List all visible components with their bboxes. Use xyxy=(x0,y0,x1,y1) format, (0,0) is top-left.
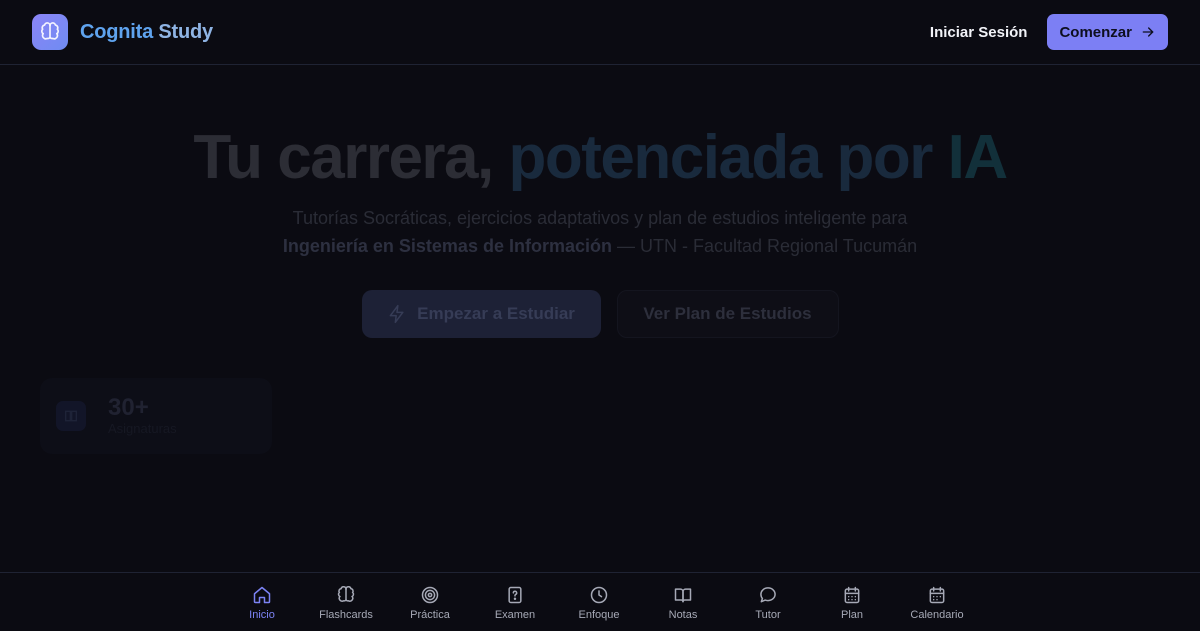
nav-label: Inicio xyxy=(249,609,275,621)
nav-item-examen[interactable]: Examen xyxy=(470,573,560,631)
book-open-icon xyxy=(674,588,692,603)
hero-title-part-3: IA xyxy=(947,123,1009,192)
nav-item-inicio[interactable]: Inicio xyxy=(217,573,307,631)
hero-subtitle-line-1: Tutorías Socráticas, ejercicios adaptati… xyxy=(292,208,908,228)
nav-label: Notas xyxy=(668,609,698,621)
hero-subtitle-career: Ingeniería en Sistemas de Información xyxy=(282,236,612,256)
hero-title: Tu carrera, potenciada por IA xyxy=(0,122,1200,193)
brain-logo-icon[interactable] xyxy=(32,14,68,50)
hero-subtitle-line-2: Ingeniería en Sistemas de Información — … xyxy=(0,232,1200,260)
nav-label: Examen xyxy=(494,609,536,621)
nav-item-flashcards[interactable]: Flashcards xyxy=(301,573,391,631)
stat-label: Asignaturas xyxy=(108,421,177,436)
chat-icon xyxy=(760,587,776,603)
stat-card: 30+ Asignaturas xyxy=(40,378,272,454)
nav-item-enfoque[interactable]: Enfoque xyxy=(554,573,644,631)
target-icon xyxy=(421,586,439,604)
nav-label: Flashcards xyxy=(319,609,373,621)
clock-icon xyxy=(590,586,608,604)
lightning-icon xyxy=(389,304,404,324)
nav-label: Plan xyxy=(840,609,864,621)
stat-value: 30+ xyxy=(108,394,149,421)
start-studying-button[interactable]: Empezar a Estudiar xyxy=(361,290,601,338)
question-file-icon xyxy=(508,586,522,604)
brain-icon xyxy=(337,586,355,602)
view-plan-button[interactable]: Ver Plan de Estudios xyxy=(616,290,839,338)
hero-title-part-1: Tu carrera, xyxy=(193,123,494,192)
login-link[interactable]: Iniciar Sesión xyxy=(930,24,1028,41)
nav-label: Calendario xyxy=(910,609,964,621)
start-studying-label: Empezar a Estudiar xyxy=(417,304,575,323)
book-icon xyxy=(56,401,86,431)
cta-row: Empezar a Estudiar Ver Plan de Estudios xyxy=(0,290,1200,338)
brand-part-2: Study xyxy=(158,20,213,43)
start-button-label: Comenzar xyxy=(1059,23,1132,41)
nav-label: Tutor xyxy=(755,609,781,621)
nav-item-practica[interactable]: Práctica xyxy=(385,573,475,631)
nav-item-tutor[interactable]: Tutor xyxy=(723,573,813,631)
bottom-nav: Inicio Flashcards Práctica Examen Enfoqu… xyxy=(0,572,1200,630)
brand-name[interactable]: Cognita Study xyxy=(80,21,213,44)
calendar-icon xyxy=(929,586,945,604)
nav-item-calendario[interactable]: Calendario xyxy=(892,573,982,631)
hero-subtitle: Tutorías Socráticas, ejercicios adaptati… xyxy=(0,204,1200,260)
nav-label: Enfoque xyxy=(578,609,620,621)
home-icon xyxy=(253,586,271,604)
nav-item-notas[interactable]: Notas xyxy=(638,573,728,631)
top-bar: Cognita Study Iniciar Sesión Comenzar xyxy=(0,0,1200,65)
arrow-right-icon xyxy=(1142,27,1154,37)
start-button[interactable]: Comenzar xyxy=(1047,14,1168,50)
hero-subtitle-university: — UTN - Facultad Regional Tucumán xyxy=(611,236,918,256)
nav-label: Práctica xyxy=(410,609,450,621)
brand-part-1: Cognita xyxy=(80,20,154,43)
calendar-grid-icon xyxy=(844,586,860,604)
hero-title-part-2: potenciada por xyxy=(508,123,934,192)
nav-item-plan[interactable]: Plan xyxy=(807,573,897,631)
